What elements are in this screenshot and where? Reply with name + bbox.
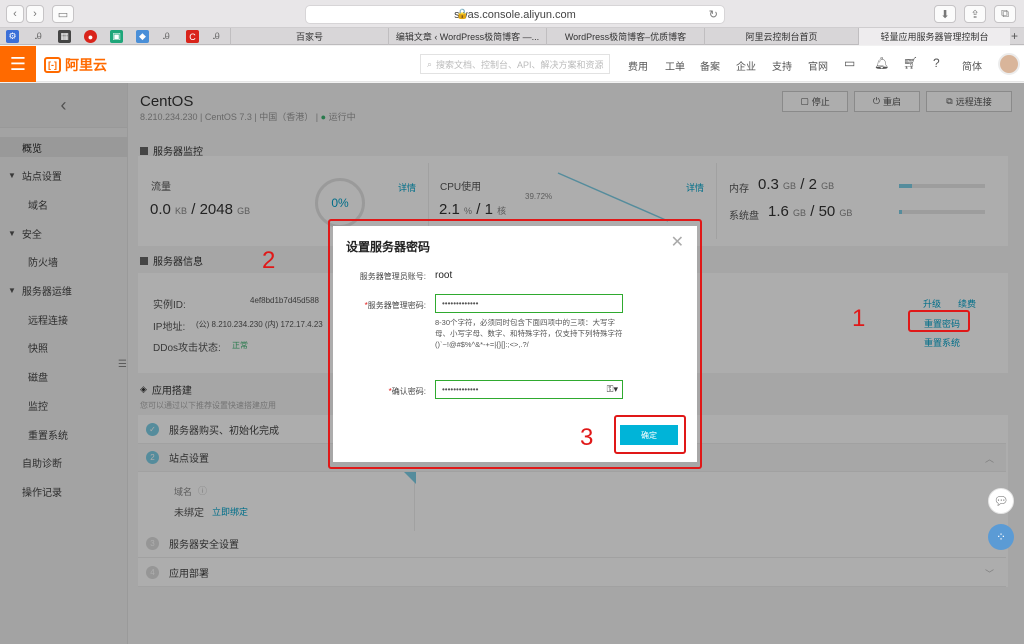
favorite-site-icon[interactable]: C (186, 30, 199, 43)
favorite-site-icon[interactable]: Ꭿ (160, 30, 173, 43)
nav-enterprise[interactable]: 企业 (736, 58, 756, 73)
favorite-site-icon[interactable]: Ꭿ (32, 30, 45, 43)
language-switch[interactable]: 简体 (962, 58, 982, 73)
nav-official-site[interactable]: 官网 (808, 58, 828, 73)
logo-mark-icon: [-] (44, 57, 61, 73)
menu-icon[interactable]: ☰ (0, 46, 36, 82)
forward-button[interactable]: › (26, 5, 44, 23)
browser-tab[interactable]: 百家号 (230, 28, 388, 45)
terminal-icon[interactable]: ▭ (844, 56, 855, 70)
cart-icon[interactable]: 🛒︎ (903, 56, 918, 70)
nav-support[interactable]: 支持 (772, 58, 792, 73)
search-input[interactable]: ⌕ 搜索文档、控制台、API、解决方案和资源 (420, 54, 610, 74)
back-button[interactable]: ‹ (6, 5, 24, 23)
reload-icon[interactable]: ↻ (709, 8, 718, 21)
address-bar[interactable]: 🔒 swas.console.aliyun.com ↻ (305, 5, 725, 24)
apps-grid-icon[interactable]: ⁘ (988, 524, 1014, 550)
browser-tab-active[interactable]: 轻量应用服务器管理控制台 (858, 28, 1010, 45)
nav-beian[interactable]: 备案 (700, 58, 720, 73)
share-icon[interactable]: ⇪ (964, 5, 986, 23)
tab-bar: ⚙ Ꭿ ▦ ● ▣ ◆ Ꭿ C Ꭿ 百家号 编辑文章 ‹ WordPress极简… (0, 28, 1024, 45)
aliyun-logo[interactable]: [-] 阿里云 (44, 55, 107, 75)
help-icon[interactable]: ? (933, 56, 940, 70)
browser-tab[interactable]: 编辑文章 ‹ WordPress极简博客 —... (388, 28, 546, 45)
annotation-reset-highlight (908, 310, 970, 332)
new-tab-icon[interactable]: + (1011, 29, 1018, 43)
chat-icon[interactable]: 💬︎ (988, 488, 1014, 514)
annotation-step-2: 2 (262, 247, 276, 274)
favorite-site-icon[interactable]: ● (84, 30, 97, 43)
favorite-site-icon[interactable]: ▦ (58, 30, 71, 43)
bell-icon[interactable]: 🔔︎ (874, 56, 889, 70)
nav-ticket[interactable]: 工单 (665, 58, 685, 73)
favorite-site-icon[interactable]: Ꭿ (210, 30, 223, 43)
search-icon: ⌕ (427, 58, 433, 69)
browser-tab[interactable]: WordPress极简博客–优质博客 (546, 28, 704, 45)
avatar[interactable] (998, 53, 1020, 75)
annotation-step-1: 1 (852, 305, 866, 332)
download-icon[interactable]: ⬇ (934, 5, 956, 23)
browser-toolbar: ‹ › ▭ 🔒 swas.console.aliyun.com ↻ ⬇ ⇪ ⧉ (0, 0, 1024, 28)
lock-icon: 🔒 (456, 9, 469, 20)
sidebar-toggle-icon[interactable]: ▭ (52, 5, 74, 23)
nav-fees[interactable]: 费用 (628, 58, 648, 73)
annotation-step-3: 3 (580, 424, 594, 451)
tabs-overview-icon[interactable]: ⧉ (994, 5, 1016, 23)
favorite-site-icon[interactable]: ▣ (110, 30, 123, 43)
favorite-site-icon[interactable]: ⚙ (6, 30, 19, 43)
annotation-confirm-highlight (614, 415, 686, 454)
console-topbar: ☰ [-] 阿里云 ⌕ 搜索文档、控制台、API、解决方案和资源 费用 工单 备… (0, 46, 1024, 82)
browser-tab[interactable]: 阿里云控制台首页 (704, 28, 858, 45)
favorite-site-icon[interactable]: ◆ (136, 30, 149, 43)
url-text: swas.console.aliyun.com (454, 8, 576, 21)
